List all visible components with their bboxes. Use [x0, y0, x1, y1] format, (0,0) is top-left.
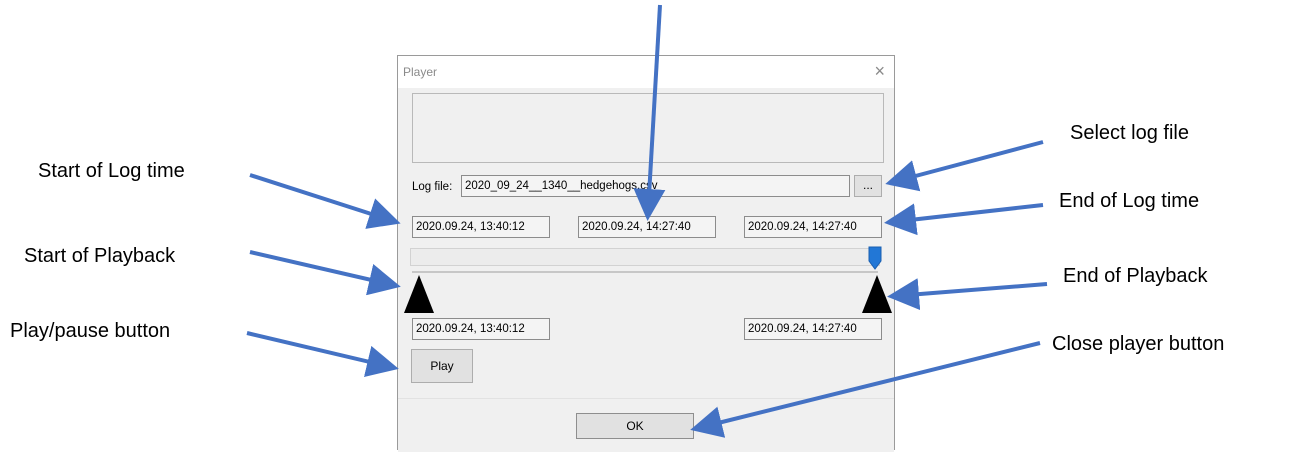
arrow-select-log-file — [885, 140, 1044, 192]
annotation-arrows — [246, 4, 1048, 438]
arrow-play-pause — [246, 331, 399, 378]
arrow-start-playback — [249, 250, 401, 296]
arrow-start-log-time — [249, 173, 401, 229]
arrow-close-player — [690, 341, 1041, 438]
arrow-current-time — [633, 4, 666, 221]
arrow-end-playback — [887, 278, 1048, 311]
arrow-end-log-time — [884, 203, 1044, 236]
